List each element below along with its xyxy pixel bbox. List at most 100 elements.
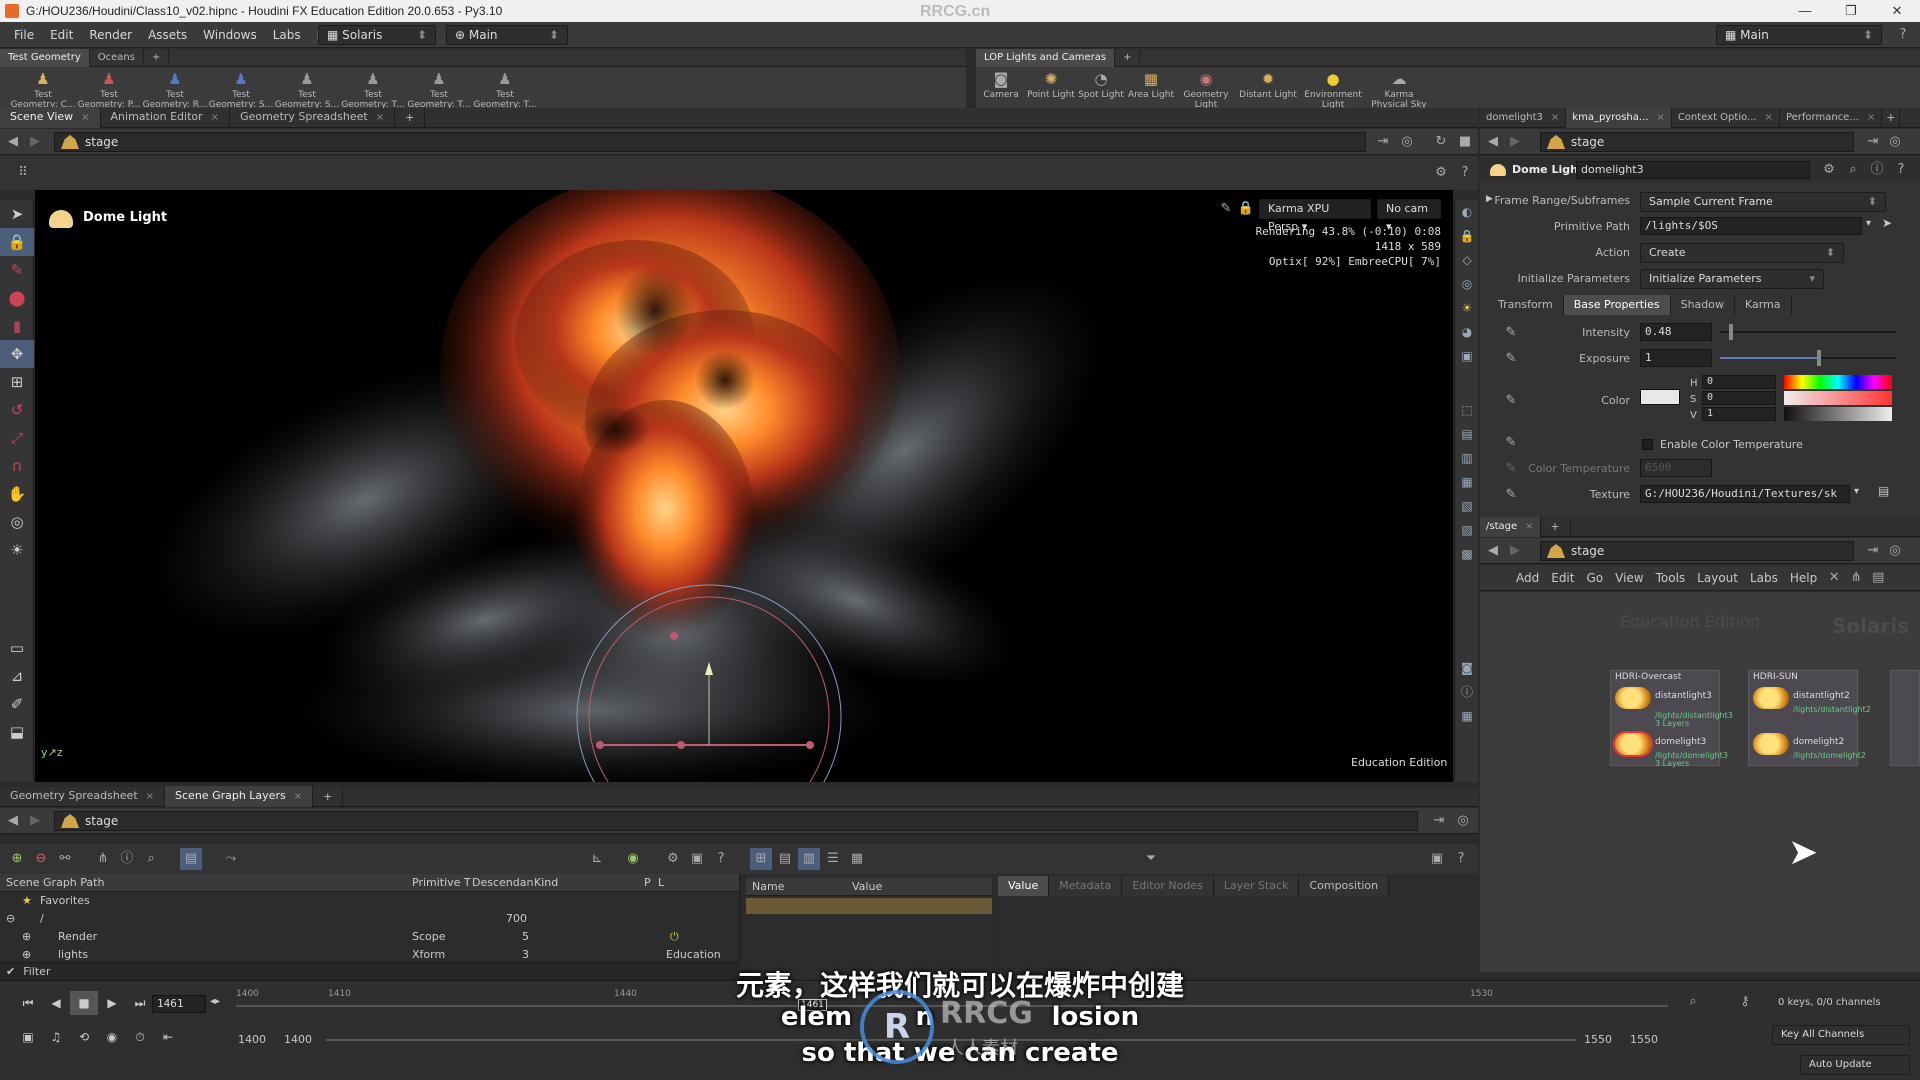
help-icon[interactable]: ?: [1450, 848, 1472, 870]
close-tab-icon[interactable]: ×: [1867, 112, 1875, 123]
col-layer[interactable]: L: [658, 874, 664, 892]
tree-icon[interactable]: ⋔: [1845, 567, 1867, 589]
selection-icon[interactable]: ▤: [1455, 422, 1479, 446]
frame-range-select[interactable]: Sample Current Frame ⬍: [1640, 192, 1886, 212]
network-menu-add[interactable]: Add: [1510, 571, 1545, 585]
scene-graph-settings-icon[interactable]: ⚙: [662, 848, 684, 870]
right-desktop-select[interactable]: ▦ Main ⬍: [1716, 25, 1882, 45]
props-layout-b-icon[interactable]: ▤: [774, 848, 796, 870]
value-field[interactable]: 1: [1702, 407, 1776, 421]
col-descendants[interactable]: Descendan: [472, 874, 533, 892]
add-tab-icon[interactable]: +: [1882, 107, 1901, 128]
pin-icon[interactable]: ⇥: [1428, 810, 1450, 832]
forward-arrow-icon[interactable]: ▶: [1504, 131, 1526, 153]
scene-graph-remove-icon[interactable]: ⊖: [30, 848, 52, 870]
add-tab-icon[interactable]: +: [395, 107, 426, 128]
close-tab-icon[interactable]: ×: [376, 112, 384, 123]
col-payload[interactable]: P: [644, 874, 651, 892]
select-primitive-icon[interactable]: ➤: [1882, 216, 1892, 230]
link-icon[interactable]: ◎: [1884, 131, 1906, 153]
pin-icon[interactable]: ⇥: [1862, 131, 1884, 153]
magnet-tool-icon[interactable]: ∩: [0, 452, 34, 480]
close-tab-icon[interactable]: ×: [294, 791, 302, 802]
col-name[interactable]: Name: [752, 878, 784, 896]
lock-tool-icon[interactable]: 🔒: [0, 228, 34, 256]
scene-view-path[interactable]: stage: [54, 132, 1366, 152]
table-row[interactable]: ⊕ Render Scope 5 ⏻: [0, 928, 739, 946]
tab-karma[interactable]: Karma: [1735, 295, 1792, 315]
view-tool-icon[interactable]: ◎: [0, 508, 34, 536]
layout-icon[interactable]: ▦: [1455, 704, 1479, 728]
shelf-tool-test-geo-7[interactable]: ♟ Test Geometry: T...: [406, 66, 472, 110]
back-arrow-icon[interactable]: ◀: [1482, 540, 1504, 562]
table-row[interactable]: ⊖ / 700: [0, 910, 739, 928]
wireframe-icon[interactable]: ◇: [1455, 248, 1479, 272]
network-editor[interactable]: Education Edition Solaris HDRI-Overcast …: [1480, 592, 1920, 972]
shelf-tab-lop-lights[interactable]: LOP Lights and Cameras: [976, 48, 1116, 67]
back-arrow-icon[interactable]: ◀: [2, 131, 24, 153]
texture-field[interactable]: G:/HOU236/Houdini/Textures/sk: [1640, 485, 1850, 503]
light-tool-icon[interactable]: ☀: [0, 536, 34, 564]
render-region-icon[interactable]: ▩: [1455, 542, 1479, 566]
shelf-tool-environment-light[interactable]: ● Environment Light: [1300, 66, 1366, 110]
network-menu-help[interactable]: Help: [1784, 571, 1823, 585]
init-params-select[interactable]: Initialize Parameters ▾: [1640, 269, 1824, 289]
network-box-offscreen[interactable]: [1890, 670, 1920, 766]
tab-metadata[interactable]: Metadata: [1049, 876, 1123, 896]
close-tab-icon[interactable]: ×: [1765, 112, 1773, 123]
link-icon[interactable]: ◎: [1884, 540, 1906, 562]
back-arrow-icon[interactable]: ◀: [1482, 131, 1504, 153]
select-tool-icon[interactable]: ➤: [0, 200, 34, 228]
props-layout-a-icon[interactable]: ⊞: [750, 848, 772, 870]
shelf-tool-camera[interactable]: ◙ Camera: [976, 66, 1026, 110]
col-value[interactable]: Value: [852, 878, 882, 896]
forward-arrow-icon[interactable]: ▶: [24, 131, 46, 153]
network-menu-labs[interactable]: Labs: [1744, 571, 1784, 585]
scene-graph-filter-icon[interactable]: ▤: [180, 848, 202, 870]
scene-graph-info-icon[interactable]: ⓘ: [116, 848, 138, 870]
node-domelight2[interactable]: [1753, 733, 1789, 755]
paint-tool-icon[interactable]: ⬤: [0, 284, 34, 312]
close-icon[interactable]: ✕: [1874, 0, 1920, 22]
shelf-tool-test-geo-1[interactable]: ♟ Test Geometry: C...: [10, 66, 76, 110]
chevron-down-icon[interactable]: ▾: [1854, 486, 1859, 497]
visibility-icon[interactable]: ⬚: [1455, 398, 1479, 422]
forward-arrow-icon[interactable]: ▶: [24, 810, 46, 832]
link-icon[interactable]: ◎: [1396, 131, 1418, 153]
list-icon[interactable]: ▤: [1867, 567, 1889, 589]
pose-tool-icon[interactable]: ✋: [0, 480, 34, 508]
primitive-path-field[interactable]: /lights/$OS: [1640, 217, 1862, 235]
selected-property-row[interactable]: [746, 898, 992, 914]
network-menu-tools[interactable]: Tools: [1650, 571, 1692, 585]
guide-icon[interactable]: ▦: [1455, 470, 1479, 494]
display-options-icon[interactable]: ⚙: [1430, 162, 1452, 184]
tab-value[interactable]: Value: [998, 876, 1050, 896]
menu-labs[interactable]: Labs: [265, 22, 309, 48]
add-tab-icon[interactable]: +: [144, 48, 170, 67]
renderer-select[interactable]: Karma XPU Persp ▾: [1259, 199, 1371, 233]
hue-field[interactable]: 0: [1702, 375, 1776, 389]
edit-icon[interactable]: ✎: [1215, 198, 1237, 220]
table-row[interactable]: ★ Favorites: [0, 892, 739, 910]
maximize-icon[interactable]: ❐: [1828, 0, 1874, 22]
close-tab-icon[interactable]: ×: [1551, 112, 1559, 123]
hue-ramp[interactable]: [1784, 375, 1892, 389]
layout-tool-icon[interactable]: ▭: [0, 634, 34, 662]
pencil-icon[interactable]: ✎: [1500, 432, 1522, 454]
intensity-slider-handle[interactable]: [1728, 324, 1733, 340]
search-icon[interactable]: ⌕: [1842, 159, 1864, 181]
gear-icon[interactable]: ⚙: [1818, 159, 1840, 181]
expand-icon[interactable]: ⊖: [6, 912, 15, 925]
close-tab-icon[interactable]: ×: [81, 112, 89, 123]
params-path[interactable]: stage: [1540, 132, 1854, 152]
network-menu-go[interactable]: Go: [1580, 571, 1609, 585]
file-browse-icon[interactable]: ▤: [1878, 484, 1889, 498]
close-tab-icon[interactable]: ×: [1656, 112, 1664, 123]
col-primitive-type[interactable]: Primitive T: [412, 874, 471, 892]
info-icon[interactable]: ⓘ: [1866, 159, 1888, 181]
viewport[interactable]: Dome Light ✎ 🔒 Karma XPU Persp ▾ No cam …: [35, 190, 1453, 782]
sculpt-tool-icon[interactable]: ✐: [0, 690, 34, 718]
back-arrow-icon[interactable]: ◀: [2, 810, 24, 832]
tab-performance[interactable]: Performance... ×: [1780, 107, 1883, 128]
help-icon[interactable]: ?: [1454, 162, 1476, 184]
